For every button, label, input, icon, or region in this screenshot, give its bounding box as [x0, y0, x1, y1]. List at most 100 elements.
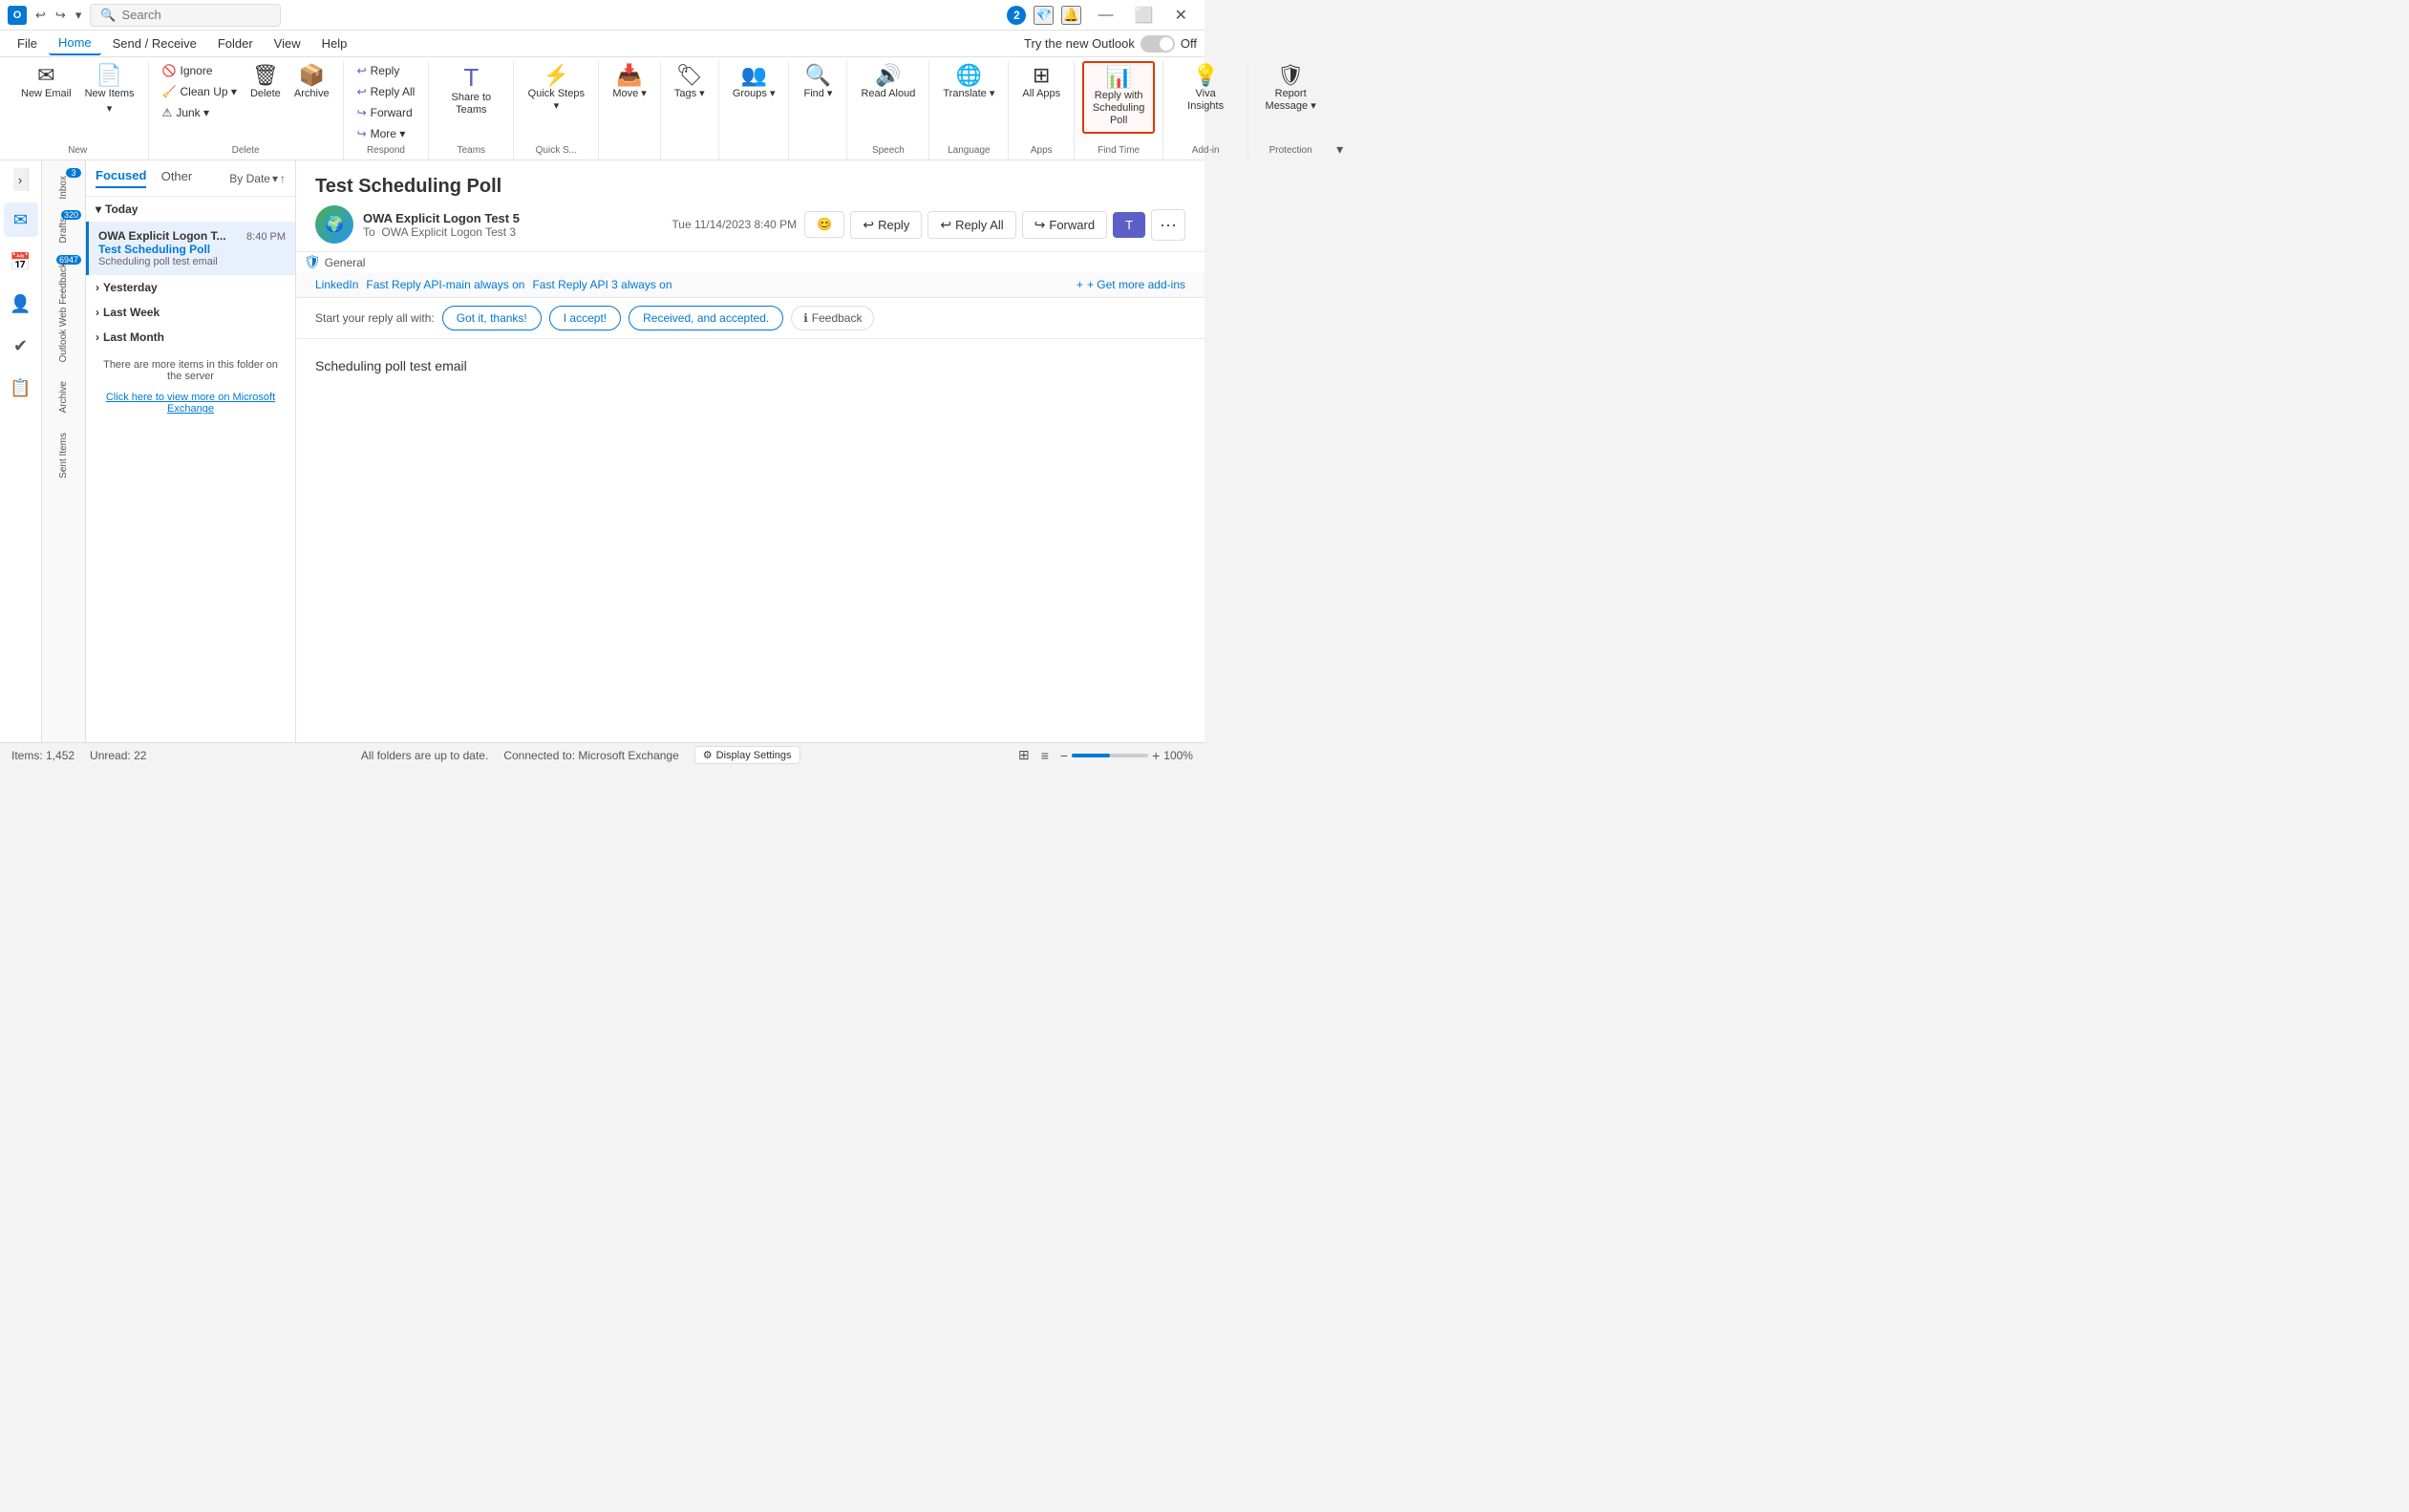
qat-dropdown-button[interactable]: ▾ — [73, 5, 85, 26]
group-yesterday[interactable]: › Yesterday — [86, 275, 295, 300]
reply-action-button[interactable]: ↩ Reply — [850, 211, 922, 239]
drafts-label: Drafts — [58, 218, 69, 244]
tab-focused[interactable]: Focused — [96, 168, 146, 188]
menu-folder[interactable]: Folder — [208, 32, 263, 54]
new-items-button[interactable]: 📄 New Items ▾ — [79, 61, 140, 118]
more-actions-button[interactable]: ··· — [1151, 209, 1185, 241]
ribbon-group-delete-items: 🚫 Ignore 🧹 Clean Up ▾ ⚠ Junk ▾ 🗑 Delete … — [157, 61, 335, 143]
new-email-button[interactable]: ✉ New Email — [15, 61, 77, 104]
reply-button[interactable]: ↩ Reply — [352, 61, 421, 80]
all-apps-button[interactable]: ⊞ All Apps — [1016, 61, 1066, 104]
zoom-slider[interactable] — [1072, 754, 1148, 757]
sidebar-item-tasks[interactable]: ✔ — [4, 329, 38, 363]
viva-insights-button[interactable]: 💡 Viva Insights — [1171, 61, 1240, 117]
tag-fast-reply-3[interactable]: Fast Reply API 3 always on — [532, 278, 672, 291]
maximize-button[interactable]: ⬜ — [1125, 2, 1163, 29]
ribbon-expand-button[interactable]: ▾ — [1332, 139, 1347, 160]
report-message-button[interactable]: 🛡 Report Message ▾ — [1256, 61, 1325, 117]
reply-all-action-button[interactable]: ↩ Reply All — [927, 211, 1015, 239]
more-items-link[interactable]: Click here to view more on Microsoft Exc… — [86, 392, 295, 424]
move-button[interactable]: 📥 Move ▾ — [607, 61, 651, 104]
reply-scheduling-button[interactable]: 📊 Reply with Scheduling Poll — [1082, 61, 1155, 134]
view-compact-button[interactable]: ⊞ — [1014, 745, 1034, 765]
teams-action-button[interactable]: T — [1113, 212, 1145, 238]
tags-button[interactable]: 🏷 Tags ▾ — [669, 61, 711, 104]
quick-steps-button[interactable]: ⚡ Quick Steps ▾ — [522, 61, 590, 117]
feedback-button[interactable]: ℹ Feedback — [791, 306, 874, 330]
email-item-1[interactable]: OWA Explicit Logon T... 8:40 PM Test Sch… — [86, 222, 295, 275]
undo-button[interactable]: ↩ — [32, 5, 49, 26]
translate-button[interactable]: 🌐 Translate ▾ — [937, 61, 1000, 104]
zoom-in-button[interactable]: + — [1152, 748, 1160, 763]
sidebar-item-mail[interactable]: ✉ — [4, 202, 38, 237]
tab-other[interactable]: Other — [161, 169, 193, 187]
forward-button[interactable]: ↪ Forward — [352, 103, 421, 122]
group-lastweek[interactable]: › Last Week — [86, 300, 295, 325]
get-addins-button[interactable]: + + Get more add-ins — [1077, 278, 1185, 291]
junk-button[interactable]: ⚠ Junk ▾ — [157, 103, 243, 122]
sent-folder[interactable]: Sent Items — [42, 421, 85, 486]
suggestion-received[interactable]: Received, and accepted. — [629, 306, 783, 330]
tag-linkedin[interactable]: LinkedIn — [315, 278, 358, 291]
menu-send-receive[interactable]: Send / Receive — [103, 32, 206, 54]
inbox-label: Inbox — [58, 176, 69, 199]
group-lastmonth[interactable]: › Last Month — [86, 325, 295, 350]
connected-status: Connected to: Microsoft Exchange — [503, 749, 678, 762]
ribbon-group-quicksteps-label: Quick S... — [522, 143, 590, 160]
archive-button[interactable]: 📦 Archive — [288, 61, 335, 104]
find-button[interactable]: 🔍 Find ▾ — [797, 61, 839, 104]
search-input[interactable] — [122, 8, 266, 22]
emoji-button[interactable]: 😊 — [804, 211, 844, 238]
suggestion-i-accept[interactable]: I accept! — [549, 306, 621, 330]
respond-buttons: ↩ Reply ↩ Reply All ↪ Forward ↪ More ▾ — [352, 61, 421, 143]
sidebar-item-contacts[interactable]: 👤 — [4, 287, 38, 321]
try-new-toggle[interactable] — [1141, 35, 1175, 53]
menu-home[interactable]: Home — [49, 32, 101, 55]
read-aloud-label: Read Aloud — [861, 88, 915, 100]
share-teams-button[interactable]: T Share to Teams — [437, 61, 505, 120]
suggestion-got-it[interactable]: Got it, thanks! — [442, 306, 542, 330]
email-body: Scheduling poll test email — [296, 339, 1204, 742]
groups-button[interactable]: 👥 Groups ▾ — [727, 61, 781, 104]
feedback-folder[interactable]: 6947 Outlook Web Feedback — [42, 251, 85, 370]
move-label: Move ▾ — [612, 88, 646, 100]
close-button[interactable]: ✕ — [1165, 2, 1197, 29]
more-respond-button[interactable]: ↪ More ▾ — [352, 124, 421, 143]
new-items-icon: 📄 — [96, 65, 122, 86]
redo-button[interactable]: ↪ — [53, 5, 69, 26]
read-aloud-button[interactable]: 🔊 Read Aloud — [855, 61, 921, 104]
sidebar-item-calendar[interactable]: 📅 — [4, 245, 38, 279]
minimize-button[interactable]: — — [1089, 2, 1123, 29]
reply-all-button[interactable]: ↩ Reply All — [352, 82, 421, 101]
search-box[interactable]: 🔍 — [90, 4, 281, 27]
suggestions-label: Start your reply all with: — [315, 311, 435, 325]
view-preview-button[interactable]: ≡ — [1037, 745, 1053, 765]
zoom-out-button[interactable]: − — [1060, 748, 1068, 763]
statusbar-center: All folders are up to date. Connected to… — [361, 746, 800, 764]
cleanup-button[interactable]: 🧹 Clean Up ▾ — [157, 82, 243, 101]
sidebar-item-notes[interactable]: 📋 — [4, 371, 38, 405]
group-yesterday-label: Yesterday — [103, 281, 158, 294]
delete-button[interactable]: 🗑 Delete — [245, 61, 287, 104]
items-count: Items: 1,452 — [11, 749, 75, 762]
forward-action-button[interactable]: ↪ Forward — [1022, 211, 1107, 239]
display-settings-button[interactable]: ⚙ Display Settings — [694, 746, 800, 764]
menu-view[interactable]: View — [265, 32, 310, 54]
menu-help[interactable]: Help — [312, 32, 357, 54]
bell-icon[interactable]: 🔔 — [1061, 6, 1081, 25]
collapse-panel[interactable]: › — [13, 168, 29, 191]
sort-button[interactable]: By Date ▾ ↑ — [229, 172, 286, 185]
menu-file[interactable]: File — [8, 32, 47, 54]
drafts-folder[interactable]: Drafts 320 — [42, 206, 85, 251]
archive-folder[interactable]: Archive — [42, 370, 85, 420]
tag-fast-reply-main[interactable]: Fast Reply API-main always on — [366, 278, 524, 291]
new-items-dropdown-icon: ▾ — [107, 102, 113, 115]
group-today[interactable]: ▾ Today — [86, 197, 295, 222]
inbox-folder[interactable]: 3 Inbox — [42, 164, 85, 206]
ignore-button[interactable]: 🚫 Ignore — [157, 61, 243, 80]
gem-icon[interactable]: 💎 — [1034, 6, 1054, 25]
cleanup-icon: 🧹 — [162, 85, 177, 98]
ribbon-group-teams-items: T Share to Teams — [437, 61, 505, 143]
ribbon-group-protection-items: 🛡 Report Message ▾ — [1256, 61, 1325, 143]
titlebar-right: 2 💎 🔔 — ⬜ ✕ — [1007, 2, 1197, 29]
